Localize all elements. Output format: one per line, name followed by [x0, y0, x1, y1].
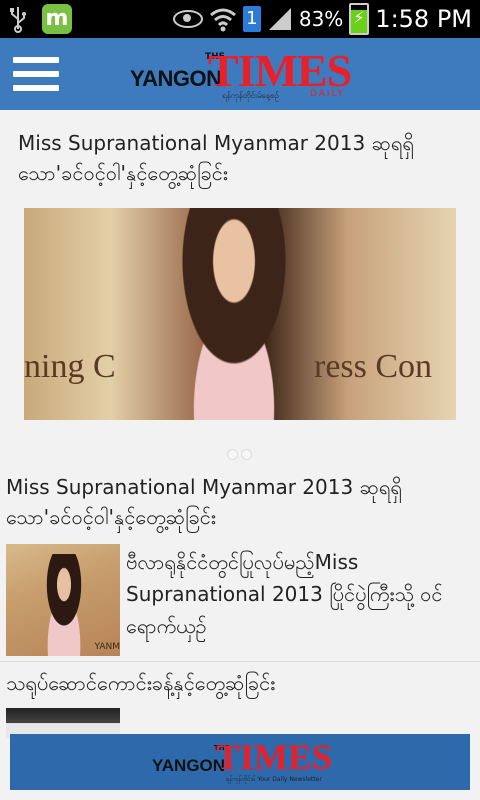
list-item[interactable]: YANM ဗီလာရုနိုင်ငံတွင်ပြုလုပ်မည့်Miss Su…	[0, 544, 480, 660]
list-item-text: ဗီလာရုနိုင်ငံတွင်ပြုလုပ်မည့်Miss Suprana…	[126, 550, 443, 638]
logo-subtitle: ရန်ကုန်တိုင်းမ်နေ့စဉ်	[222, 91, 279, 100]
ad-logo-yangon: YANGON	[152, 756, 226, 775]
featured-title[interactable]: Miss Supranational Myanmar 2013 ဆုရရှိသေ…	[18, 128, 458, 188]
ad-logo: YANGON THE TIMES ရန်ကုန်တိုင်းမ် Your Da…	[152, 737, 342, 786]
ad-logo-times: TIMES	[216, 737, 333, 777]
status-bar: m 1 83% ⚡ 1:58 PM	[0, 0, 480, 38]
battery-percent: 83%	[298, 7, 344, 31]
page-dot-2[interactable]	[241, 449, 252, 460]
featured-image[interactable]: ning C ress Con	[24, 208, 456, 420]
eye-icon	[172, 10, 203, 28]
banner-text-left: ning C	[24, 348, 116, 385]
section-title[interactable]: သရုပ်ဆောင်ကောင်းခန့်နှင့်တွေ့ဆုံခြင်း	[6, 668, 466, 698]
signal-icon	[267, 6, 293, 32]
page-dot-1[interactable]	[227, 449, 238, 460]
divider	[0, 661, 480, 662]
wifi-icon	[209, 5, 237, 33]
banner-text-right: ress Con	[314, 348, 433, 385]
ad-logo-subtitle: ရန်ကုန်တိုင်းမ် Your Daily Newsletter	[226, 776, 322, 783]
yangon-times-logo[interactable]: YANGON THE TIMES ရန်ကုန်တိုင်းမ်နေ့စဉ် D…	[130, 45, 352, 102]
usb-icon	[8, 5, 28, 33]
main-content[interactable]: Miss Supranational Myanmar 2013 ဆုရရှိသေ…	[0, 110, 480, 800]
m-app-icon: m	[42, 4, 72, 34]
thumb-caption: YANM	[94, 642, 120, 652]
app-bar: YANGON THE TIMES ရန်ကုန်တိုင်းမ်နေ့စဉ် D…	[0, 38, 480, 110]
page-indicator	[227, 449, 252, 460]
hamburger-menu-icon[interactable]	[13, 57, 59, 91]
clock: 1:58 PM	[375, 5, 472, 33]
list-item-thumbnail: YANM	[6, 544, 120, 656]
ad-banner[interactable]: YANGON THE TIMES ရန်ကုန်တိုင်းမ် Your Da…	[10, 734, 470, 790]
list-heading[interactable]: Miss Supranational Myanmar 2013 ဆုရရှိသေ…	[6, 472, 466, 532]
featured-person-photo	[154, 208, 314, 420]
logo-daily: DAILY	[310, 89, 345, 99]
sim-badge-icon: 1	[242, 6, 261, 32]
battery-charging-icon: ⚡	[349, 3, 370, 35]
